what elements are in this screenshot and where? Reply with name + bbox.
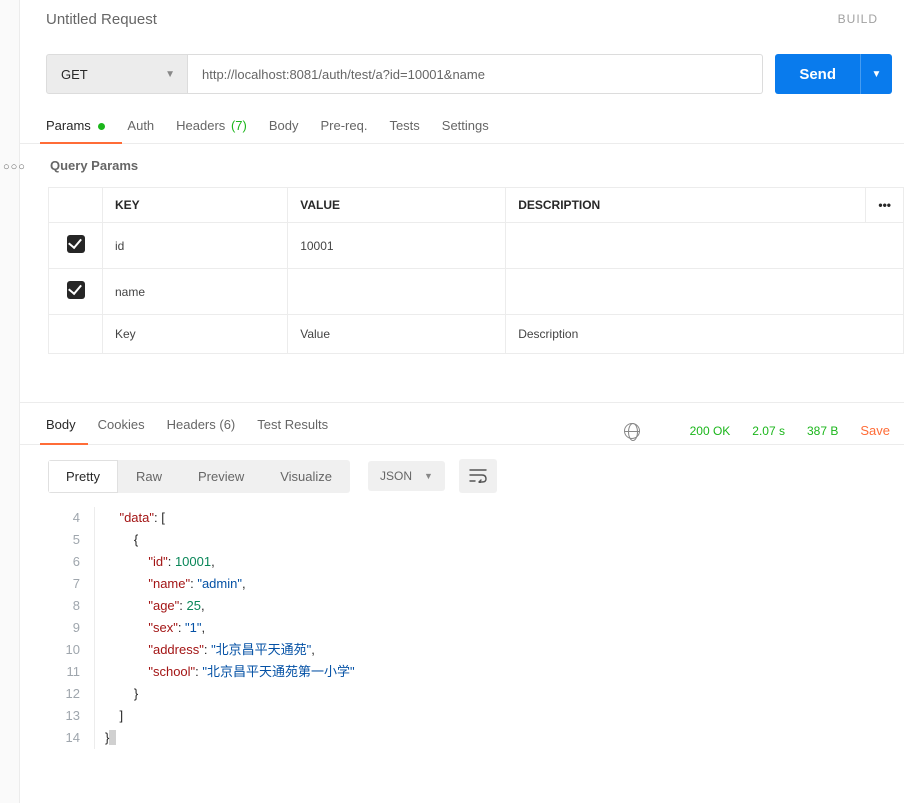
send-button[interactable]: Send [775, 54, 860, 94]
mode-raw[interactable]: Raw [118, 460, 180, 493]
query-params-title: Query Params [20, 144, 904, 187]
tab-headers[interactable]: Headers (7) [176, 118, 247, 143]
globe-icon[interactable] [624, 423, 640, 439]
tab-settings[interactable]: Settings [442, 118, 489, 143]
params-modified-dot [98, 123, 105, 130]
param-value[interactable]: 10001 [288, 223, 506, 269]
resp-tab-cookies[interactable]: Cookies [98, 417, 145, 444]
resp-tab-tests[interactable]: Test Results [257, 417, 328, 444]
query-params-table: KEY VALUE DESCRIPTION ••• id 10001 name [48, 187, 904, 354]
param-key[interactable]: name [103, 269, 288, 315]
tab-tests[interactable]: Tests [389, 118, 419, 143]
tab-prereq[interactable]: Pre-req. [320, 118, 367, 143]
format-select[interactable]: JSON ▼ [368, 461, 445, 491]
param-desc-placeholder[interactable]: Description [506, 315, 904, 354]
tab-params-label: Params [46, 118, 91, 133]
collapsed-pane-handle[interactable]: ○○○ [3, 161, 26, 173]
format-label: JSON [380, 469, 412, 483]
resp-tab-headers-label: Headers [167, 417, 216, 432]
param-value[interactable] [288, 269, 506, 315]
mode-pretty[interactable]: Pretty [48, 460, 118, 493]
param-desc[interactable] [506, 269, 904, 315]
col-value: VALUE [288, 188, 506, 223]
resp-tab-underline [40, 443, 88, 445]
col-desc: DESCRIPTION [506, 188, 866, 223]
table-row-new: Key Value Description [49, 315, 904, 354]
tab-headers-label: Headers [176, 118, 225, 133]
send-dropdown[interactable]: ▼ [860, 54, 892, 94]
table-row: id 10001 [49, 223, 904, 269]
col-more[interactable]: ••• [866, 188, 904, 223]
response-body-code[interactable]: "data": [ { "id": 10001, "name": "admin"… [94, 507, 355, 749]
status-time: 2.07 s [752, 424, 785, 438]
param-desc[interactable] [506, 223, 904, 269]
row-checkbox[interactable] [67, 235, 85, 253]
table-row: name [49, 269, 904, 315]
build-label[interactable]: BUILD [838, 12, 878, 26]
line-numbers: 4567891011121314 [48, 507, 94, 749]
chevron-down-icon: ▼ [424, 471, 433, 481]
tab-auth[interactable]: Auth [127, 118, 154, 143]
url-value: http://localhost:8081/auth/test/a?id=100… [202, 67, 485, 82]
status-size: 387 B [807, 424, 838, 438]
tab-params[interactable]: Params [46, 118, 105, 143]
mode-visualize[interactable]: Visualize [262, 460, 350, 493]
method-value: GET [61, 67, 88, 82]
wrap-lines-icon[interactable] [459, 459, 497, 493]
chevron-down-icon: ▼ [165, 69, 175, 80]
row-checkbox[interactable] [67, 281, 85, 299]
request-title[interactable]: Untitled Request [46, 11, 838, 28]
param-key-placeholder[interactable]: Key [103, 315, 288, 354]
save-response[interactable]: Save [860, 423, 890, 438]
view-mode-toggle: Pretty Raw Preview Visualize [48, 460, 350, 493]
url-input[interactable]: http://localhost:8081/auth/test/a?id=100… [188, 54, 763, 94]
mode-preview[interactable]: Preview [180, 460, 262, 493]
method-select[interactable]: GET ▼ [46, 54, 188, 94]
tab-underline [40, 142, 122, 144]
col-key: KEY [103, 188, 288, 223]
status-code: 200 OK [690, 424, 731, 438]
param-value-placeholder[interactable]: Value [288, 315, 506, 354]
tab-body[interactable]: Body [269, 118, 299, 143]
tab-headers-count: (7) [231, 118, 247, 133]
param-key[interactable]: id [103, 223, 288, 269]
resp-tab-headers[interactable]: Headers (6) [167, 417, 236, 444]
resp-tab-body[interactable]: Body [46, 417, 76, 444]
col-check [49, 188, 103, 223]
resp-tab-headers-count: (6) [219, 417, 235, 432]
